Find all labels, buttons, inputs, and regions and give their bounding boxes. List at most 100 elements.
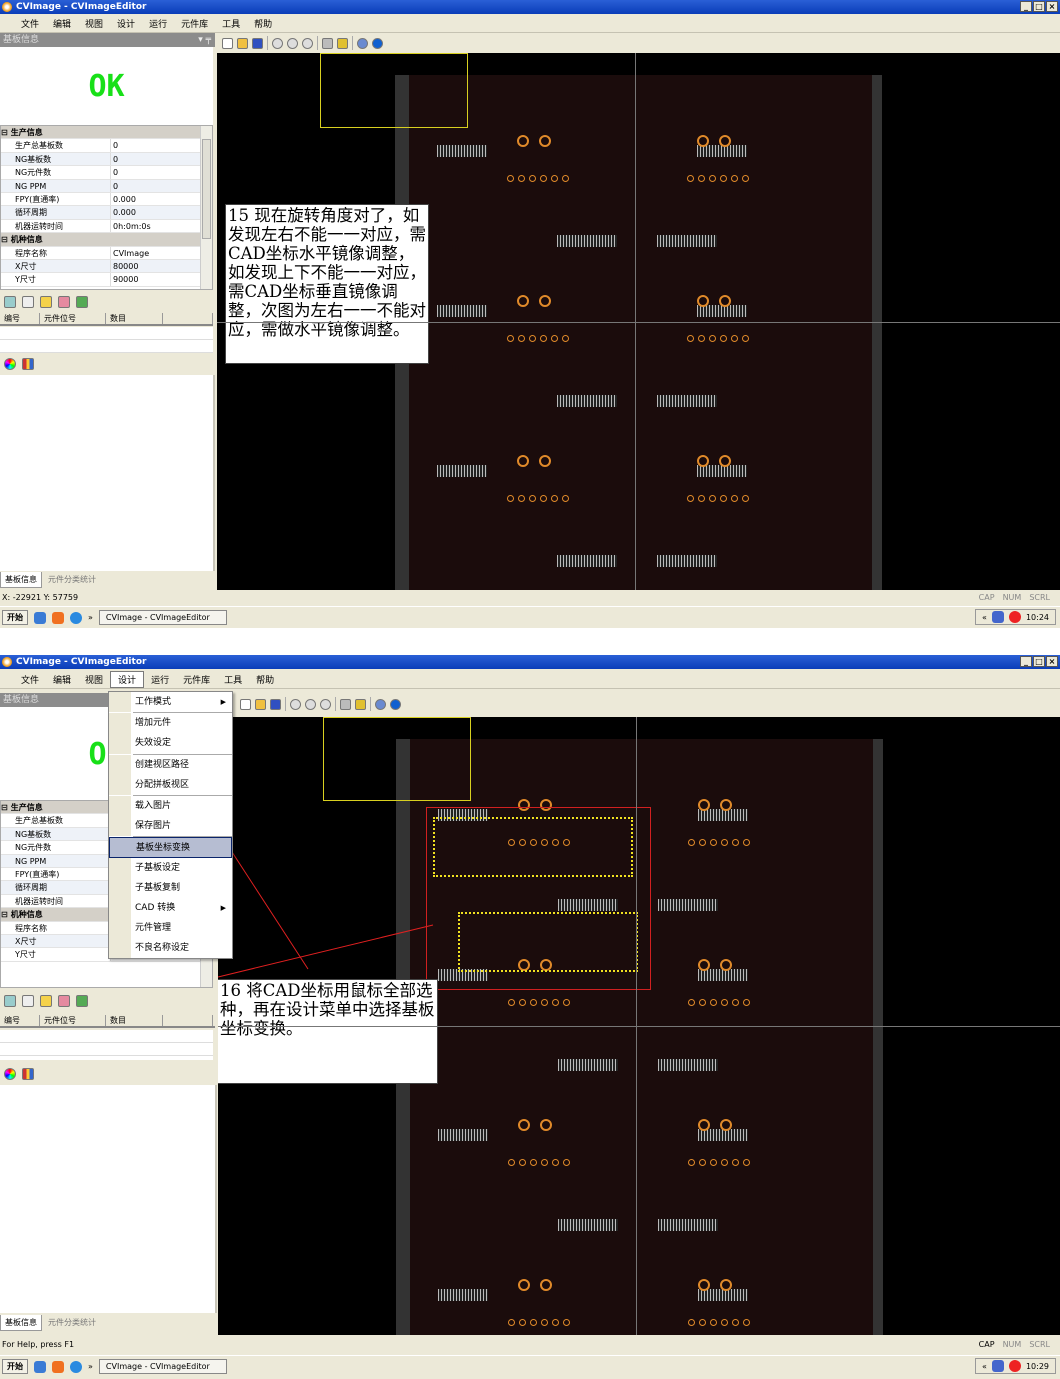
zoom-in-icon[interactable] [290, 698, 301, 710]
quicklaunch-icon[interactable] [34, 611, 46, 624]
grid-row[interactable]: 程序名称 CVImage [1, 246, 212, 260]
zoom-out-icon[interactable] [287, 37, 298, 49]
property-value[interactable]: 90000 [111, 273, 212, 285]
pin-icon[interactable]: ▾ ╤ [198, 33, 211, 47]
maximize-button[interactable]: □ [1033, 656, 1045, 667]
minimize-button[interactable]: _ [1020, 1, 1032, 12]
menu-item[interactable]: 编辑 [46, 16, 78, 31]
menu-item[interactable]: 保存图片 [109, 816, 232, 837]
menu-item[interactable]: 创建视区路径 [109, 754, 232, 775]
taskbar-item[interactable]: CVImage - CVImageEditor [98, 1359, 227, 1374]
new-file-icon[interactable] [240, 698, 251, 710]
column-header[interactable]: 编号 [0, 313, 40, 324]
maximize-button[interactable]: □ [1033, 1, 1045, 12]
green-filter-icon[interactable] [76, 995, 88, 1007]
tab-board-info[interactable]: 基板信息 [0, 1315, 42, 1331]
menu-item[interactable]: 工具 [215, 16, 247, 31]
ie-icon[interactable] [70, 611, 82, 624]
zoom-out-icon[interactable] [305, 698, 316, 710]
globe-icon[interactable] [357, 37, 368, 49]
red-filter-icon[interactable] [58, 296, 70, 308]
menu-item[interactable]: 元件库 [174, 16, 215, 31]
edit-icon[interactable] [22, 995, 34, 1007]
edit-icon[interactable] [22, 296, 34, 308]
tab-component-stats[interactable]: 元件分类统计 [44, 572, 100, 588]
column-header[interactable]: 数目 [106, 1015, 163, 1026]
image-canvas[interactable]: 16 将CAD坐标用鼠标全部选种，再在设计菜单中选择基板坐标变换。 [218, 717, 1060, 1335]
zoom-fit-icon[interactable] [302, 37, 313, 49]
property-value[interactable]: CVImage [111, 247, 212, 259]
menu-item[interactable]: 帮助 [247, 16, 279, 31]
menu-item[interactable]: 运行 [142, 16, 174, 31]
globe-icon[interactable] [375, 698, 386, 710]
save-icon[interactable] [270, 698, 281, 710]
new-file-icon[interactable] [222, 37, 233, 49]
menu-item[interactable]: 失效设定 [109, 733, 232, 754]
menu-item[interactable]: 基板坐标变换 [109, 837, 232, 858]
property-value[interactable]: 0 [111, 166, 212, 178]
tools-icon[interactable] [340, 698, 351, 710]
chart-edit-icon[interactable] [355, 698, 366, 710]
menu-item[interactable]: 载入图片 [109, 795, 232, 817]
green-filter-icon[interactable] [76, 296, 88, 308]
menu-item[interactable]: 元件库 [176, 672, 217, 687]
red-filter-icon[interactable] [58, 995, 70, 1007]
bar-chart-icon[interactable] [22, 1068, 34, 1080]
close-button[interactable]: × [1046, 1, 1058, 12]
column-header[interactable]: 编号 [0, 1015, 40, 1026]
menu-item[interactable]: 视图 [78, 16, 110, 31]
property-value[interactable]: 0 [111, 139, 212, 151]
menu-item[interactable]: 视图 [78, 672, 110, 687]
property-value[interactable]: 0.000 [111, 193, 212, 205]
grid-row[interactable]: FPY(直通率) 0.000 [1, 192, 212, 207]
column-header[interactable]: 元件位号 [40, 1015, 106, 1026]
property-value[interactable]: 0 [111, 180, 212, 192]
grid-row[interactable]: 生产总基板数 0 [1, 139, 212, 153]
open-folder-icon[interactable] [237, 37, 248, 49]
menu-item[interactable]: 编辑 [46, 672, 78, 687]
color-wheel-icon[interactable] [4, 358, 16, 370]
grid-category[interactable]: ⊟ 机种信息 [1, 233, 212, 247]
column-header[interactable]: 数目 [106, 313, 163, 324]
color-wheel-icon[interactable] [4, 1068, 16, 1080]
property-value[interactable]: 80000 [111, 260, 212, 272]
grid-row[interactable]: 循环周期 0.000 [1, 206, 212, 220]
menu-item[interactable]: 运行 [144, 672, 176, 687]
menu-item[interactable]: 子基板设定 [109, 857, 232, 878]
menu-item[interactable]: 子基板复制 [109, 877, 232, 898]
open-folder-icon[interactable] [255, 698, 266, 710]
grid-row[interactable]: Y尺寸90000 [1, 273, 212, 287]
yellow-filter-icon[interactable] [40, 296, 52, 308]
close-button[interactable]: × [1046, 656, 1058, 667]
property-value[interactable]: 0 [111, 153, 212, 165]
menu-item[interactable]: 文件 [14, 672, 46, 687]
tab-component-stats[interactable]: 元件分类统计 [44, 1315, 100, 1331]
start-button[interactable]: 开始 [2, 610, 28, 625]
column-header[interactable]: 元件位号 [40, 313, 106, 324]
zoom-in-icon[interactable] [272, 37, 283, 49]
taskbar-item[interactable]: CVImage - CVImageEditor [98, 610, 227, 625]
yellow-filter-icon[interactable] [40, 995, 52, 1007]
menu-item[interactable]: 工作模式 ▶ [109, 692, 232, 713]
menu-item[interactable]: 工具 [217, 672, 249, 687]
menu-item[interactable]: 帮助 [249, 672, 281, 687]
ie-icon[interactable] [70, 1360, 82, 1373]
quicklaunch-icon[interactable] [34, 1360, 46, 1373]
image-canvas[interactable]: 15 现在旋转角度对了，如发现左右不能一一对应，需CAD坐标水平镜像调整，如发现… [217, 53, 1060, 590]
save-icon[interactable] [252, 37, 263, 49]
grid-row[interactable]: X尺寸 80000 [1, 259, 212, 274]
grid-category[interactable]: ⊟ 生产信息 [1, 126, 212, 140]
property-value[interactable]: 0.000 [111, 206, 212, 218]
menu-item[interactable]: 增加元件 [109, 713, 232, 734]
menu-item[interactable]: 设计 [110, 670, 145, 688]
grid-row[interactable]: NG基板数 0 [1, 152, 212, 167]
quicklaunch-icon[interactable] [52, 1360, 64, 1373]
start-button[interactable]: 开始 [2, 1359, 28, 1374]
menu-item[interactable]: 设计 [110, 16, 142, 31]
quicklaunch-icon[interactable] [52, 611, 64, 624]
menu-item[interactable]: 元件管理 [109, 918, 232, 939]
grid-row[interactable]: NG PPM 0 [1, 179, 212, 193]
scrollbar[interactable] [200, 126, 212, 289]
grid-row[interactable]: NG元件数 0 [1, 166, 212, 180]
info-icon[interactable] [390, 698, 401, 710]
